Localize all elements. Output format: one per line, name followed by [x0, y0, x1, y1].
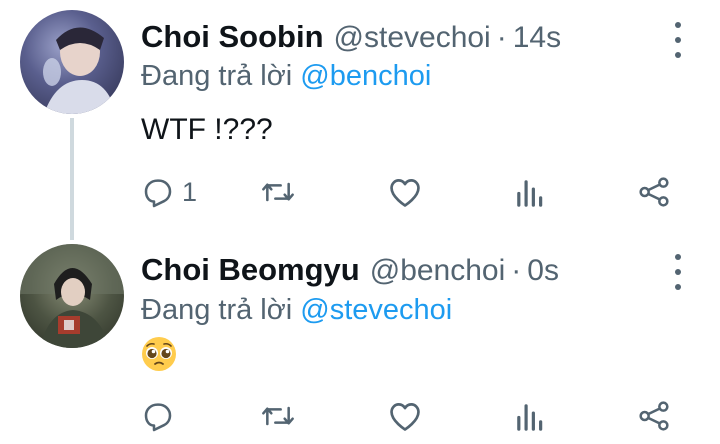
avatar[interactable]	[20, 10, 124, 114]
timestamp[interactable]: 14s	[513, 21, 561, 54]
reply-count: 1	[182, 176, 198, 207]
reply-button[interactable]	[142, 394, 182, 438]
tweet-actions: 1	[0, 170, 720, 220]
retweet-icon	[262, 182, 294, 202]
replying-to-handle[interactable]: @benchoi	[300, 60, 431, 92]
like-icon	[390, 179, 420, 207]
tweet-text	[141, 336, 177, 380]
replying-to: Đang trả lời @stevechoi	[141, 294, 452, 327]
share-button[interactable]	[638, 170, 670, 214]
user-handle[interactable]: @benchoi	[370, 254, 506, 287]
avatar[interactable]	[20, 244, 124, 348]
reply-icon	[144, 403, 172, 432]
pleading-face-emoji	[142, 337, 176, 371]
like-icon	[390, 403, 420, 431]
replying-to-label: Đang trả lời	[141, 294, 293, 326]
tweet[interactable]: Choi Soobin @stevechoi · 14s Đang trả lời @…	[0, 0, 720, 240]
retweet-button[interactable]	[260, 170, 296, 214]
stats-button[interactable]	[514, 170, 544, 214]
like-button[interactable]	[388, 394, 422, 438]
replying-to: Đang trả lời @benchoi	[141, 60, 431, 93]
stats-button[interactable]	[514, 394, 544, 438]
tweet-actions	[0, 394, 720, 444]
like-button[interactable]	[388, 170, 422, 214]
tweet-header: Choi Soobin @stevechoi · 14s	[141, 19, 561, 59]
reply-button[interactable]: 1	[142, 170, 197, 214]
tweet-header: Choi Beomgyu @benchoi · 0s	[141, 252, 559, 292]
display-name[interactable]: Choi Soobin	[141, 19, 324, 54]
more-icon[interactable]	[668, 254, 688, 290]
share-button[interactable]	[638, 394, 670, 438]
replying-to-handle[interactable]: @stevechoi	[300, 294, 452, 326]
retweet-icon	[262, 406, 294, 426]
separator-dot: ·	[496, 21, 507, 54]
timestamp[interactable]: 0s	[527, 254, 559, 287]
tweet-text: WTF !???	[141, 113, 273, 146]
display-name[interactable]: Choi Beomgyu	[141, 252, 360, 287]
retweet-button[interactable]	[260, 394, 296, 438]
separator-dot: ·	[511, 254, 522, 287]
user-handle[interactable]: @stevechoi	[334, 21, 491, 54]
stats-icon	[517, 180, 543, 207]
share-icon	[639, 177, 669, 207]
reply-icon	[144, 179, 172, 208]
replying-to-label: Đang trả lời	[141, 60, 293, 92]
share-icon	[639, 401, 669, 431]
more-icon[interactable]	[668, 22, 688, 58]
tweet[interactable]: Choi Beomgyu @benchoi · 0s Đang trả lời @st…	[0, 232, 720, 442]
stats-icon	[517, 404, 543, 431]
